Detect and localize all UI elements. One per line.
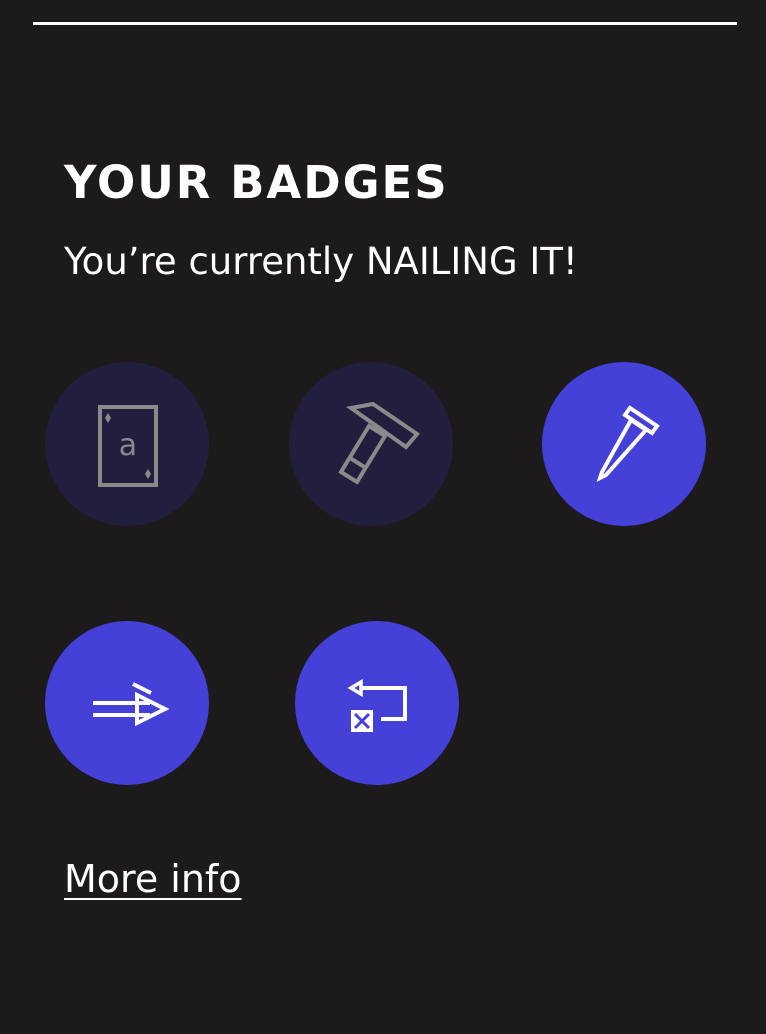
hammer-icon xyxy=(338,401,420,485)
badge-fast-forward[interactable] xyxy=(45,621,209,785)
badge-loop-flow[interactable] xyxy=(295,621,459,785)
more-info-link[interactable]: More info xyxy=(64,853,242,905)
section-title: YOUR BADGES xyxy=(64,156,449,209)
top-divider xyxy=(33,22,737,25)
fast-forward-arrow-icon xyxy=(93,682,170,727)
badge-nail[interactable] xyxy=(542,362,706,526)
badge-card[interactable]: a xyxy=(45,362,209,526)
nail-icon xyxy=(596,405,660,482)
badge-hammer[interactable] xyxy=(289,362,453,526)
playing-card-icon: a xyxy=(98,405,158,487)
loop-flow-icon xyxy=(347,678,407,732)
badge-status-text: You’re currently NAILING IT! xyxy=(64,240,578,283)
card-letter: a xyxy=(119,428,137,463)
